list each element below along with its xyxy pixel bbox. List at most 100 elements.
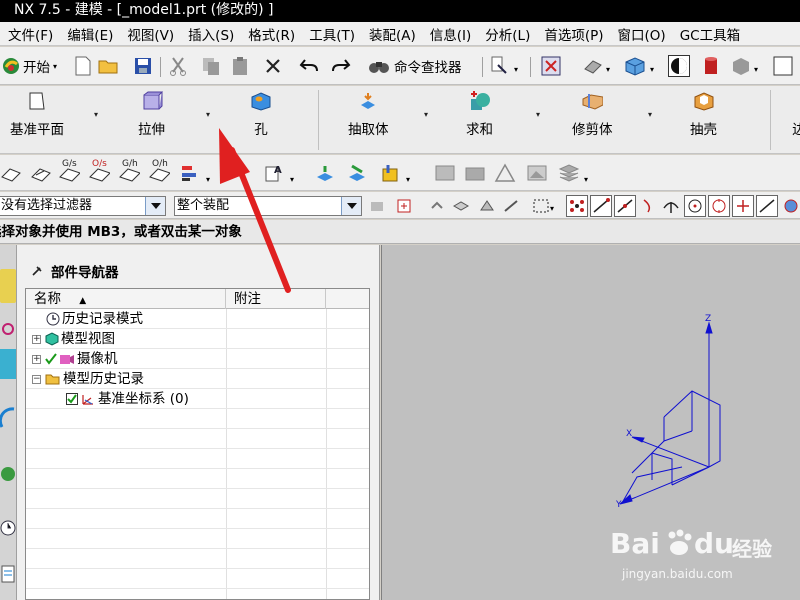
triangle-icon[interactable] [494,162,516,184]
window-panel-icon[interactable] [772,55,794,77]
new-file-icon[interactable] [72,55,94,77]
body-select-icon[interactable] [450,195,472,217]
os-face-icon[interactable]: O/s [88,159,110,182]
save-icon[interactable] [132,55,154,77]
chevron-down-icon[interactable] [341,197,361,215]
command-finder-button[interactable]: 命令查找器 [368,55,462,77]
part-navigator-tab-icon[interactable] [0,349,16,379]
fit-view-icon[interactable] [540,55,562,77]
menu-analysis[interactable]: 分析(L) [477,24,536,44]
trim-body-button[interactable]: 修剪体 [572,90,613,138]
edge-select-icon[interactable] [500,195,522,217]
shell-button[interactable]: 抽壳 [690,90,717,138]
pin-icon[interactable] [31,265,43,277]
sync-pull-icon[interactable] [346,162,368,184]
hole-button[interactable]: 孔 [250,90,272,138]
delete-icon[interactable] [262,55,284,77]
gray-image-icon[interactable] [526,162,548,184]
unite-dropdown[interactable]: ▾ [536,110,540,119]
checkbox-checked-icon[interactable] [66,393,78,405]
edge-blend-icon[interactable] [0,162,22,184]
menu-format[interactable]: 格式(R) [240,24,301,44]
graphics-window[interactable]: Z X Y Bai du 经验 jingyan.baidu.com [381,245,800,600]
paste-icon[interactable] [230,55,252,77]
render-style-icon[interactable] [582,55,604,77]
text-attribute-icon[interactable]: A [264,162,286,184]
oh-face-icon[interactable]: O/h [148,159,170,182]
gs-face-icon[interactable]: G/s [58,159,80,182]
snap-midpoint-icon[interactable] [614,195,636,217]
tree-row-cameras[interactable]: + 摄像机 [26,349,369,369]
face-select-icon[interactable] [476,195,498,217]
tree-row-history-mode[interactable]: 历史记录模式 [26,309,369,329]
filter-settings-icon[interactable] [366,195,388,217]
start-button[interactable]: 开始 ▾ [2,55,57,77]
chevron-down-icon[interactable] [145,197,165,215]
info-dropdown-icon[interactable] [488,55,510,77]
menu-information[interactable]: 信息(I) [422,24,478,44]
feature-list-icon[interactable] [180,162,202,184]
rectangle-select-icon[interactable] [530,195,552,217]
menu-insert[interactable]: 插入(S) [180,24,240,44]
extrude-button[interactable]: 拉伸 [138,90,165,138]
datum-plane-dropdown[interactable]: ▾ [94,110,98,119]
sync-offset-icon[interactable] [380,162,402,184]
menu-gc-toolbox[interactable]: GC工具箱 [672,24,746,44]
expand-icon[interactable]: + [32,334,41,344]
snap-all-icon[interactable] [566,195,588,217]
tree-row-model-views[interactable]: + 模型视图 [26,329,369,349]
cut-icon[interactable] [168,55,190,77]
column-header-note[interactable]: 附注 [226,289,326,309]
menu-file[interactable]: 文件(F) [0,24,59,44]
link-icon[interactable] [426,195,448,217]
menu-edit[interactable]: 编辑(E) [59,24,119,44]
datum-plane-button[interactable]: 基准平面 [10,90,64,138]
dynamic-section-icon[interactable] [668,55,690,77]
unite-button[interactable]: 求和 [466,90,493,138]
reuse-library-tab-icon[interactable] [0,403,16,433]
collapse-icon[interactable]: − [32,374,41,384]
extract-body-button[interactable]: 抽取体 [348,90,389,138]
gray-cube-icon[interactable] [730,55,752,77]
tree-row-datum-csys[interactable]: 基准坐标系 (0) [26,389,369,409]
extract-body-dropdown[interactable]: ▾ [424,110,428,119]
gray-block-icon-1[interactable] [434,162,456,184]
system-materials-tab-icon[interactable] [0,563,16,585]
snap-endpoint-icon[interactable] [590,195,612,217]
constraint-navigator-tab-icon[interactable] [0,315,16,341]
trim-body-dropdown[interactable]: ▾ [648,110,652,119]
scope-filter-select[interactable]: 整个装配 [174,196,362,216]
snap-quadrant-icon[interactable] [708,195,730,217]
chamfer-icon[interactable] [30,162,52,184]
red-cylinder-icon[interactable] [700,55,722,77]
column-header-name[interactable]: 名称 ▲ [26,289,226,309]
gh-face-icon[interactable]: G/h [118,159,140,182]
assembly-navigator-tab-icon[interactable] [0,269,16,303]
tree-row-model-history[interactable]: − 模型历史记录 [26,369,369,389]
snap-surface-icon[interactable] [780,195,800,217]
snap-arc-center-icon[interactable] [684,195,706,217]
redo-icon[interactable] [330,55,352,77]
copy-icon[interactable] [200,55,222,77]
snap-on-line-icon[interactable] [756,195,778,217]
snap-control-icon[interactable] [638,195,660,217]
edge-blend-button[interactable]: 边 [788,90,800,138]
sync-move-icon[interactable] [314,162,336,184]
history-tab-icon[interactable] [0,515,16,541]
snap-point-on-curve-icon[interactable] [732,195,754,217]
expand-icon[interactable]: + [32,354,41,364]
menu-window[interactable]: 窗口(O) [610,24,672,44]
menu-preferences[interactable]: 首选项(P) [536,24,609,44]
gray-block-icon-2[interactable] [464,162,486,184]
menu-assembly[interactable]: 装配(A) [361,24,422,44]
extrude-dropdown[interactable]: ▾ [206,110,210,119]
snap-point-icon[interactable] [394,195,416,217]
undo-icon[interactable] [298,55,320,77]
open-folder-icon[interactable] [98,55,120,77]
menu-view[interactable]: 视图(V) [119,24,180,44]
type-filter-select[interactable]: 没有选择过滤器 [0,196,166,216]
snap-intersection-icon[interactable] [660,195,682,217]
layers-icon[interactable] [558,162,580,184]
shaded-cube-icon[interactable] [624,55,646,77]
menu-tools[interactable]: 工具(T) [301,24,361,44]
